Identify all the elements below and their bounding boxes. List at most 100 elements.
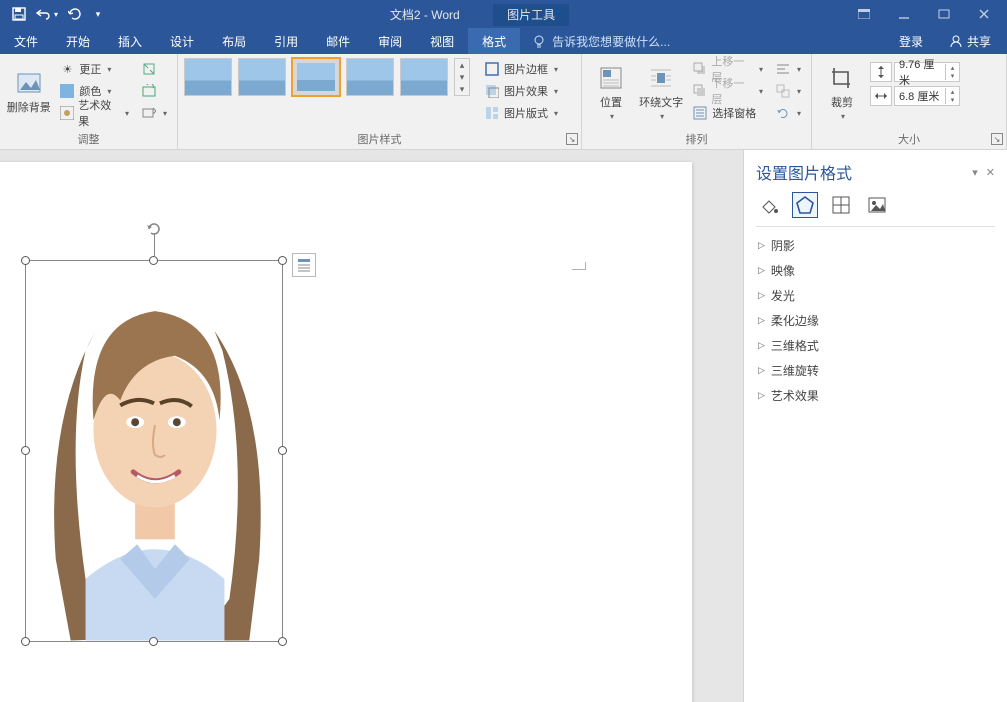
document-canvas[interactable] [0,150,743,702]
group-size: 裁剪▾ 9.76 厘米▴▾ 6.8 厘米▴▾ 大小↘ [812,54,1007,149]
width-icon [870,86,892,106]
gallery-expand[interactable]: ▾ [455,83,469,95]
tab-mailings[interactable]: 邮件 [312,28,364,54]
tab-view[interactable]: 视图 [416,28,468,54]
compress-pictures-button[interactable] [137,58,171,80]
style-thumb-5[interactable] [400,58,448,96]
change-picture-button[interactable] [137,80,171,102]
pane-item-soft-edges[interactable]: ▷柔化边缘 [744,308,1007,333]
layout-options-button[interactable] [292,253,316,277]
group-button[interactable]: ▾ [771,80,805,102]
pane-item-reflection[interactable]: ▷映像 [744,258,1007,283]
style-thumb-1[interactable] [184,58,232,96]
resize-handle-tl[interactable] [21,256,30,265]
artistic-effects-button[interactable]: 艺术效果▾ [55,102,133,124]
send-backward-button[interactable]: 下移一层▾ [688,80,767,102]
pane-item-shadow[interactable]: ▷阴影 [744,233,1007,258]
picture-effects-button[interactable]: 图片效果▾ [480,80,562,102]
resize-handle-t[interactable] [149,256,158,265]
styles-dialog-launcher[interactable]: ↘ [566,133,578,145]
pane-item-3d-format[interactable]: ▷三维格式 [744,333,1007,358]
qat-customize-button[interactable]: ▾ [90,2,106,26]
style-thumb-2[interactable] [238,58,286,96]
resize-handle-br[interactable] [278,637,287,646]
selection-pane-button[interactable]: 选择窗格 [688,102,767,124]
artistic-icon [59,105,74,121]
maximize-button[interactable] [927,2,961,26]
crop-icon [828,64,856,92]
pane-icon-effects[interactable] [792,192,818,218]
pane-item-3d-rotation[interactable]: ▷三维旋转 [744,358,1007,383]
group-label-adjust: 调整 [0,131,177,149]
person-icon [949,34,963,48]
resize-handle-tr[interactable] [278,256,287,265]
width-up[interactable]: ▴ [946,88,959,96]
tab-design[interactable]: 设计 [156,28,208,54]
pane-icon-picture[interactable] [864,192,890,218]
chevron-right-icon: ▷ [758,390,765,401]
height-up[interactable]: ▴ [946,64,959,72]
size-dialog-launcher[interactable]: ↘ [991,133,1003,145]
resize-handle-b[interactable] [149,637,158,646]
corrections-button[interactable]: ☀更正▾ [55,58,133,80]
resize-handle-l[interactable] [21,446,30,455]
width-down[interactable]: ▾ [946,96,959,104]
ribbon-display-options[interactable] [847,2,881,26]
picture-border-button[interactable]: 图片边框▾ [480,58,562,80]
selection-pane-icon [692,105,708,121]
size-props-icon [831,195,851,215]
paint-bucket-icon [759,195,779,215]
remove-background-button[interactable]: 删除背景 [6,58,51,126]
tab-home[interactable]: 开始 [52,28,104,54]
quick-access-toolbar: ▾ ▾ [0,2,112,26]
position-button[interactable]: 位置▾ [588,58,634,126]
crop-button[interactable]: 裁剪▾ [818,58,866,126]
tell-me-search[interactable]: 告诉我您想要做什么... [520,28,889,54]
pane-options-button[interactable]: ▾ [972,166,978,179]
gallery-scroll-down[interactable]: ▾ [455,71,469,83]
reset-picture-button[interactable]: ▾ [137,102,171,124]
tab-format[interactable]: 格式 [468,28,520,54]
height-input[interactable]: 9.76 厘米▴▾ [870,62,960,82]
redo-button[interactable] [62,2,88,26]
tab-references[interactable]: 引用 [260,28,312,54]
minimize-button[interactable] [887,2,921,26]
rotate-button[interactable]: ▾ [771,102,805,124]
close-button[interactable] [967,2,1001,26]
pane-close-button[interactable]: ✕ [986,166,995,179]
gallery-more: ▴ ▾ ▾ [454,58,470,96]
pane-item-glow[interactable]: ▷发光 [744,283,1007,308]
width-value[interactable]: 6.8 厘米 [895,88,945,104]
gallery-scroll-up[interactable]: ▴ [455,59,469,71]
sign-in-button[interactable]: 登录 [889,28,933,54]
group-arrange: 位置▾ 环绕文字▾ 上移一层▾ 下移一层▾ 选择窗格 ▾ ▾ ▾ 排列 [582,54,812,149]
change-picture-icon [141,83,157,99]
tab-review[interactable]: 审阅 [364,28,416,54]
pane-icon-layout[interactable] [828,192,854,218]
rotate-icon [775,105,791,121]
portrait-photo [26,261,282,641]
pane-icon-fill[interactable] [756,192,782,218]
tab-insert[interactable]: 插入 [104,28,156,54]
selected-image[interactable] [25,260,283,642]
height-value[interactable]: 9.76 厘米 [895,56,945,88]
resize-handle-bl[interactable] [21,637,30,646]
share-button[interactable]: 共享 [939,28,1001,54]
pane-item-artistic-effects[interactable]: ▷艺术效果 [744,383,1007,408]
rotation-handle[interactable] [144,219,164,239]
wrap-text-button[interactable]: 环绕文字▾ [638,58,684,126]
save-button[interactable] [6,2,32,26]
undo-button[interactable]: ▾ [34,2,60,26]
align-button[interactable]: ▾ [771,58,805,80]
align-icon [775,61,791,77]
height-down[interactable]: ▾ [946,72,959,80]
picture-layout-button[interactable]: 图片版式▾ [480,102,562,124]
group-adjust: 删除背景 ☀更正▾ 颜色▾ 艺术效果▾ ▾ 调整 [0,54,178,149]
style-thumb-3-selected[interactable] [292,58,340,96]
width-input[interactable]: 6.8 厘米▴▾ [870,86,960,106]
tab-file[interactable]: 文件 [0,28,52,54]
tab-layout[interactable]: 布局 [208,28,260,54]
style-thumb-4[interactable] [346,58,394,96]
resize-handle-r[interactable] [278,446,287,455]
bring-forward-icon [692,61,707,77]
